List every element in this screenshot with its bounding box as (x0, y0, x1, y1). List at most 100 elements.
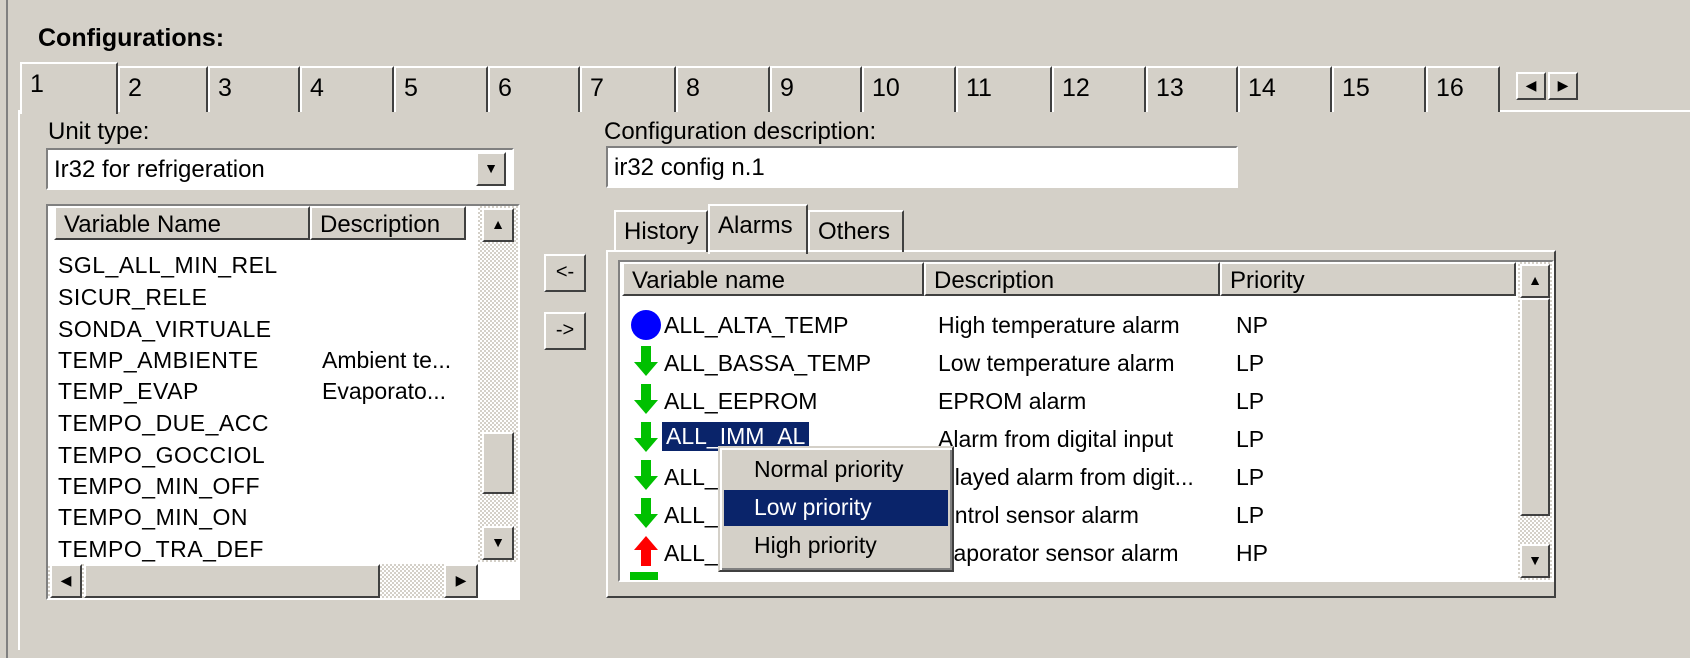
tab-12[interactable]: 12 (1052, 66, 1146, 112)
tab-8[interactable]: 8 (676, 66, 770, 112)
tab-9[interactable]: 9 (770, 66, 862, 112)
menu-item-high-priority[interactable]: High priority (724, 528, 948, 564)
subtab-alarms[interactable]: Alarms (708, 204, 808, 254)
hscroll-right-button[interactable]: ▶ (444, 564, 478, 598)
tab-1[interactable]: 1 (20, 62, 118, 114)
tab-13[interactable]: 13 (1146, 66, 1238, 112)
tab-4[interactable]: 4 (300, 66, 394, 112)
frame-edge (6, 0, 8, 658)
column-header-alarm-description[interactable]: Description (924, 262, 1220, 296)
tab-scroll-right-button[interactable]: ▶ (1548, 72, 1578, 100)
blue-circle-icon (631, 310, 661, 340)
alarm-description: Alarm from digital input (938, 426, 1174, 452)
list-item[interactable]: TEMPO_MIN_ON (58, 504, 248, 531)
red-up-arrow-icon (634, 536, 658, 566)
left-arrow-icon: ◀ (60, 572, 72, 588)
tab-5[interactable]: 5 (394, 66, 488, 112)
alarm-variable-name[interactable]: ALL_EEPROM (664, 388, 817, 415)
right-arrow-icon: ▶ (1557, 77, 1569, 93)
alarm-priority[interactable]: LP (1236, 464, 1264, 491)
variable-list[interactable]: Variable Name Description ▲ ▼ SGL_ALL_MI… (46, 204, 520, 600)
alarm-description: Low temperature alarm (938, 350, 1175, 376)
up-arrow-icon: ▲ (491, 216, 505, 232)
unit-type-dropdown-button[interactable]: ▼ (476, 152, 506, 186)
column-header-description[interactable]: Description (310, 206, 466, 240)
alarm-variable-name[interactable]: ALL_ (664, 540, 718, 567)
priority-context-menu: Normal priority Low priority High priori… (718, 446, 954, 572)
subtab-others[interactable]: Others (808, 210, 904, 252)
alarm-vscroll-thumb[interactable] (1520, 298, 1550, 516)
remove-variable-button[interactable]: -> (544, 312, 586, 350)
tab-3[interactable]: 3 (208, 66, 300, 112)
list-item[interactable]: SONDA_VIRTUALE (58, 316, 272, 343)
tab-16[interactable]: 16 (1426, 66, 1500, 112)
hscroll-thumb[interactable] (84, 564, 380, 598)
alarm-priority[interactable]: NP (1236, 312, 1268, 339)
tab-14[interactable]: 14 (1238, 66, 1332, 112)
variable-list-vscroll[interactable] (478, 206, 518, 562)
alarm-description: elayed alarm from digit... (942, 464, 1194, 490)
column-header-variable-name[interactable]: Variable Name (54, 206, 310, 240)
down-arrow-icon: ▼ (1528, 552, 1542, 568)
list-item[interactable]: SGL_ALL_MIN_REL (58, 252, 278, 279)
list-item[interactable]: TEMPO_GOCCIOL (58, 442, 265, 469)
green-down-arrow-icon (634, 384, 658, 414)
unit-type-value: Ir32 for refrigeration (54, 156, 265, 183)
tab-15[interactable]: 15 (1332, 66, 1426, 112)
column-header-alarm-variable-name[interactable]: Variable name (622, 262, 924, 296)
list-item[interactable]: SICUR_RELE (58, 284, 207, 311)
list-item[interactable]: TEMPO_MIN_OFF (58, 473, 260, 500)
up-arrow-icon: ▲ (1528, 272, 1542, 288)
list-item[interactable]: TEMP_AMBIENTE (58, 347, 259, 374)
chevron-down-icon: ▼ (484, 160, 498, 176)
alarm-priority[interactable]: LP (1236, 502, 1264, 529)
alarm-description: vaporator sensor alarm (942, 540, 1179, 566)
config-description-label: Configuration description: (604, 118, 877, 145)
alarm-priority[interactable]: HP (1236, 540, 1268, 567)
tab-11[interactable]: 11 (956, 66, 1052, 112)
alarm-variable-name[interactable]: ALL_ALTA_TEMP (664, 312, 849, 339)
list-item[interactable]: TEMP_EVAP (58, 378, 199, 405)
tab-2[interactable]: 2 (118, 66, 208, 112)
green-down-arrow-icon (634, 422, 658, 452)
right-arrow-icon: ▶ (455, 572, 467, 588)
list-item-description: Evaporato... (322, 378, 447, 404)
vscroll-thumb[interactable] (482, 432, 514, 494)
alarm-vscroll-up-button[interactable]: ▲ (1520, 264, 1550, 298)
vscroll-down-button[interactable]: ▼ (482, 526, 514, 560)
tab-10[interactable]: 10 (862, 66, 956, 112)
unit-type-select[interactable]: Ir32 for refrigeration (46, 148, 514, 190)
column-header-priority[interactable]: Priority (1220, 262, 1516, 296)
alarm-description: ontrol sensor alarm (942, 502, 1139, 528)
hscroll-left-button[interactable]: ◀ (50, 564, 82, 598)
add-variable-button[interactable]: <- (544, 254, 586, 292)
tab-scroll-left-button[interactable]: ◀ (1516, 72, 1546, 100)
green-down-arrow-icon (634, 498, 658, 528)
alarm-priority[interactable]: LP (1236, 350, 1264, 377)
list-item-description: Ambient te... (322, 347, 452, 373)
alarm-vscroll-down-button[interactable]: ▼ (1520, 544, 1550, 578)
tab-6[interactable]: 6 (488, 66, 580, 112)
alarm-variable-name[interactable]: ALL_ (664, 464, 718, 491)
config-description-input[interactable]: ir32 config n.1 (606, 146, 1238, 188)
menu-item-low-priority[interactable]: Low priority (724, 490, 948, 526)
subtab-history[interactable]: History (614, 210, 708, 252)
unit-type-label: Unit type: (48, 118, 150, 145)
green-down-arrow-icon (630, 572, 658, 580)
alarm-priority[interactable]: LP (1236, 388, 1264, 415)
green-down-arrow-icon (634, 346, 658, 376)
section-title: Configurations: (38, 24, 225, 52)
menu-item-normal-priority[interactable]: Normal priority (724, 452, 948, 488)
alarm-description: High temperature alarm (938, 312, 1180, 338)
alarm-description: EPROM alarm (938, 388, 1087, 414)
list-item[interactable]: TEMPO_DUE_ACC (58, 410, 269, 437)
left-arrow-icon: ◀ (1525, 77, 1537, 93)
list-item[interactable]: TEMPO_TRA_DEF (58, 536, 264, 563)
vscroll-up-button[interactable]: ▲ (482, 208, 514, 242)
tab-7[interactable]: 7 (580, 66, 676, 112)
down-arrow-icon: ▼ (491, 534, 505, 550)
green-down-arrow-icon (634, 460, 658, 490)
alarm-variable-name[interactable]: ALL_ (664, 502, 718, 529)
alarm-variable-name[interactable]: ALL_BASSA_TEMP (664, 350, 871, 377)
alarm-priority[interactable]: LP (1236, 426, 1264, 453)
